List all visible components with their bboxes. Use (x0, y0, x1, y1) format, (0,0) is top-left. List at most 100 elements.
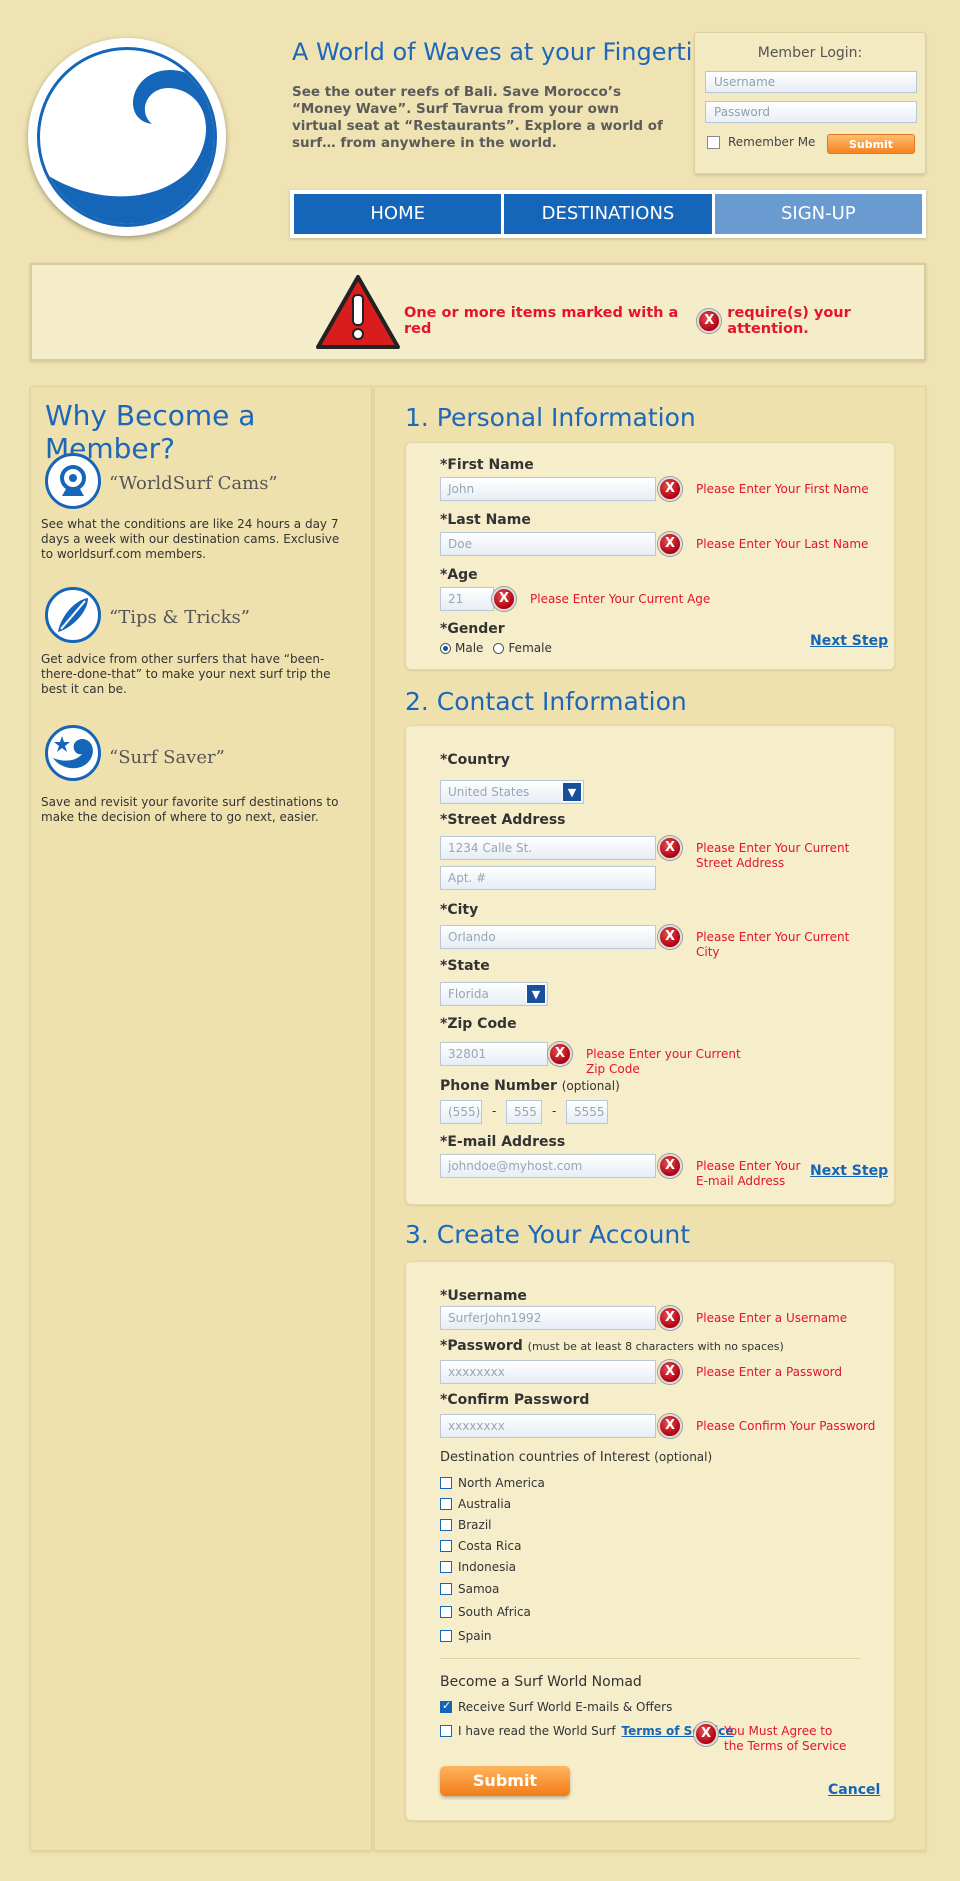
destination-option[interactable]: South Africa (440, 1605, 531, 1619)
member-login-box: Member Login: Username Password Remember… (694, 32, 926, 174)
error-x-icon: X (548, 1042, 572, 1066)
street-input[interactable]: 1234 Calle St. (440, 836, 656, 860)
checkbox[interactable] (440, 1498, 452, 1510)
checkbox[interactable] (440, 1519, 452, 1531)
email-error: Please Enter Your E-mail Address (696, 1159, 801, 1188)
error-x-icon: X (694, 1722, 718, 1746)
benefit-desc-cams: See what the conditions are like 24 hour… (41, 517, 340, 561)
destination-label: Brazil (458, 1518, 492, 1532)
error-x-icon: X (658, 1414, 682, 1438)
intro-text: See the outer reefs of Bali. Save Morocc… (292, 84, 663, 151)
destination-label: Indonesia (458, 1560, 517, 1574)
age-error: Please Enter Your Current Age (530, 592, 711, 606)
remember-me-label: Remember Me (728, 135, 816, 149)
account-panel: *Username SurferJohn1992 X Please Enter … (405, 1261, 895, 1821)
checkbox[interactable] (440, 1540, 452, 1552)
phone-label-text: Phone Number (440, 1078, 557, 1094)
destination-option[interactable]: Costa Rica (440, 1539, 521, 1553)
username-input[interactable]: SurferJohn1992 (440, 1306, 656, 1330)
login-password-input[interactable]: Password (705, 101, 917, 123)
country-label: *Country (440, 752, 510, 768)
alert-text-after: require(s) your attention. (727, 305, 851, 337)
remember-me-checkbox[interactable] (707, 135, 720, 149)
chevron-down-icon: ▼ (562, 782, 582, 802)
benefit-title-saver: “Surf Saver” (109, 747, 225, 768)
gender-female-radio[interactable] (493, 642, 505, 654)
gender-label: *Gender (440, 621, 505, 637)
destination-option[interactable]: North America (440, 1476, 545, 1490)
destination-label: Samoa (458, 1582, 500, 1596)
benefit-title-cams: “WorldSurf Cams” (109, 473, 278, 494)
destinations-label-text: Destination countries of Interest (440, 1450, 651, 1465)
gender-options: Male Female (440, 641, 552, 655)
login-submit-button[interactable]: Submit (827, 134, 915, 154)
apt-input[interactable]: Apt. # (440, 866, 656, 890)
alert-message: One or more items marked with a red X re… (404, 305, 924, 337)
nav-sign-up[interactable]: SIGN-UP (714, 194, 922, 234)
alert-text-before: One or more items marked with a red (404, 305, 679, 337)
phone-line-input[interactable]: 5555 (566, 1100, 608, 1124)
benefit-desc-tips: Get advice from other surfers that have … (41, 652, 331, 696)
checkbox[interactable] (440, 1630, 452, 1642)
main-nav: HOME DESTINATIONS SIGN-UP (290, 190, 926, 238)
age-input[interactable]: 21 (440, 587, 494, 611)
password-input[interactable]: xxxxxxxx (440, 1360, 656, 1384)
sidebar: Why Become a Member? “WorldSurf Cams” Se… (30, 386, 372, 1851)
destinations-label: Destination countries of Interest (optio… (440, 1450, 712, 1465)
checkbox[interactable] (440, 1561, 452, 1573)
webcam-icon (45, 453, 101, 509)
checkbox[interactable] (440, 1477, 452, 1489)
destination-option[interactable]: Australia (440, 1497, 511, 1511)
first-name-input[interactable]: John (440, 477, 656, 501)
error-x-icon: X (658, 1306, 682, 1330)
submit-button[interactable]: Submit (440, 1766, 570, 1796)
gender-male-label: Male (455, 641, 484, 655)
password-label-text: *Password (440, 1338, 523, 1354)
password-hint: (must be at least 8 characters with no s… (527, 1340, 784, 1353)
error-x-icon: X (658, 532, 682, 556)
error-x-icon: X (658, 836, 682, 860)
destination-label: Costa Rica (458, 1539, 522, 1553)
terms-checkbox[interactable] (440, 1725, 452, 1737)
next-step-link-1[interactable]: Next Step (810, 633, 888, 649)
email-input[interactable]: johndoe@myhost.com (440, 1154, 656, 1178)
city-input[interactable]: Orlando (440, 925, 656, 949)
country-select[interactable]: United States ▼ (440, 780, 584, 804)
street-label: *Street Address (440, 812, 566, 828)
gender-male-radio[interactable] (440, 642, 451, 654)
next-step-link-2[interactable]: Next Step (810, 1163, 888, 1179)
state-select[interactable]: Florida ▼ (440, 982, 548, 1006)
destination-label: Australia (458, 1497, 512, 1511)
benefit-title-tips: “Tips & Tricks” (109, 607, 250, 628)
personal-panel: *First Name John X Please Enter Your Fir… (405, 442, 895, 670)
world-surf-logo[interactable]: World Surf (28, 38, 226, 236)
benefit-desc-saver: Save and revisit your favorite surf dest… (41, 795, 339, 824)
terms-option[interactable]: I have read the World Surf Terms of Serv… (440, 1724, 734, 1738)
destination-option[interactable]: Spain (440, 1629, 492, 1643)
cancel-link[interactable]: Cancel (828, 1782, 880, 1798)
contact-panel: *Country United States ▼ *Street Address… (405, 725, 895, 1205)
phone-prefix-input[interactable]: 555 (506, 1100, 542, 1124)
last-name-label: *Last Name (440, 512, 531, 528)
confirm-password-label: *Confirm Password (440, 1392, 590, 1408)
tagline: A World of Waves at your Fingertips (292, 38, 721, 66)
username-label: *Username (440, 1288, 527, 1304)
checkbox[interactable] (440, 1606, 452, 1618)
destination-option[interactable]: Indonesia (440, 1560, 516, 1574)
login-username-input[interactable]: Username (705, 71, 917, 93)
emails-option[interactable]: Receive Surf World E-mails & Offers (440, 1699, 672, 1714)
phone-area-input[interactable]: (555) (440, 1100, 482, 1124)
remember-me[interactable]: Remember Me (707, 135, 815, 149)
logo-wave-icon: World Surf (37, 47, 217, 227)
zip-input[interactable]: 32801 (440, 1042, 548, 1066)
email-label: *E-mail Address (440, 1134, 566, 1150)
destination-option[interactable]: Samoa (440, 1582, 499, 1596)
destinations-optional: (optional) (654, 1450, 713, 1464)
nav-destinations[interactable]: DESTINATIONS (504, 194, 712, 234)
confirm-password-input[interactable]: xxxxxxxx (440, 1414, 656, 1438)
nav-home[interactable]: HOME (294, 194, 502, 234)
checkbox[interactable] (440, 1583, 452, 1595)
last-name-input[interactable]: Doe (440, 532, 656, 556)
emails-checkbox[interactable] (440, 1699, 452, 1713)
destination-option[interactable]: Brazil (440, 1518, 492, 1532)
